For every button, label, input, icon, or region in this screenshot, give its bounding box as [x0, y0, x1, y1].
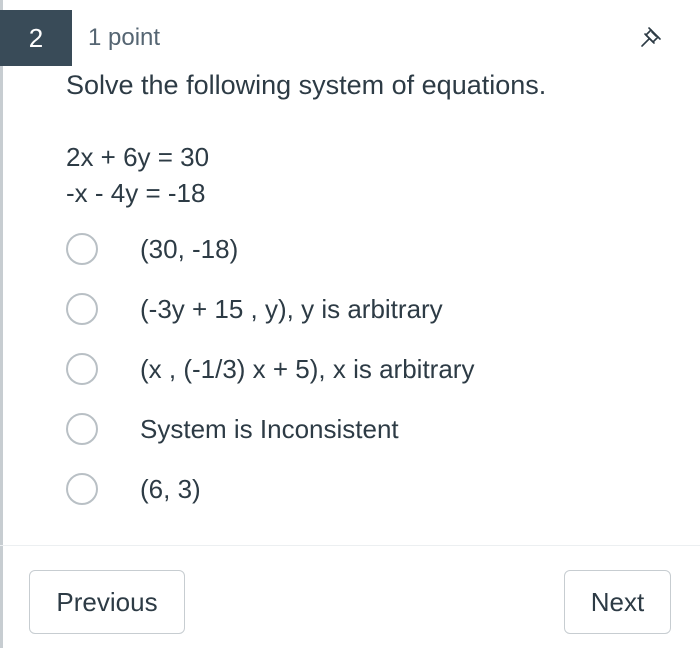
radio-button[interactable] [66, 473, 98, 505]
answer-option-label: (30, -18) [140, 233, 239, 264]
radio-button[interactable] [66, 353, 98, 385]
radio-button[interactable] [66, 233, 98, 265]
radio-button[interactable] [66, 413, 98, 445]
left-rail [0, 0, 3, 648]
answer-option-label: (6, 3) [140, 473, 201, 504]
equation-1: 2x + 6y = 30 [66, 142, 210, 172]
answer-option-4[interactable]: System is Inconsistent [66, 409, 666, 449]
question-number-badge: 2 [0, 10, 72, 66]
answer-option-3[interactable]: (x , (-1/3) x + 5), x is arbitrary [66, 349, 666, 389]
answer-option-label: System is Inconsistent [140, 413, 399, 444]
answer-option-label: (x , (-1/3) x + 5), x is arbitrary [140, 353, 475, 384]
answer-option-label: (-3y + 15 , y), y is arbitrary [140, 293, 443, 324]
previous-button[interactable]: Previous [29, 570, 185, 634]
answer-option-5[interactable]: (6, 3) [66, 469, 666, 509]
radio-button[interactable] [66, 293, 98, 325]
answer-option-1[interactable]: (30, -18) [66, 229, 666, 269]
question-points: 1 point [88, 24, 161, 51]
equation-2: -x - 4y = -18 [66, 178, 206, 208]
footer-divider [0, 545, 700, 546]
pin-icon[interactable] [636, 22, 666, 52]
question-prompt: Solve the following system of equations. [66, 70, 547, 100]
next-button[interactable]: Next [564, 570, 671, 634]
question-number: 2 [28, 22, 44, 53]
answer-option-2[interactable]: (-3y + 15 , y), y is arbitrary [66, 289, 666, 329]
